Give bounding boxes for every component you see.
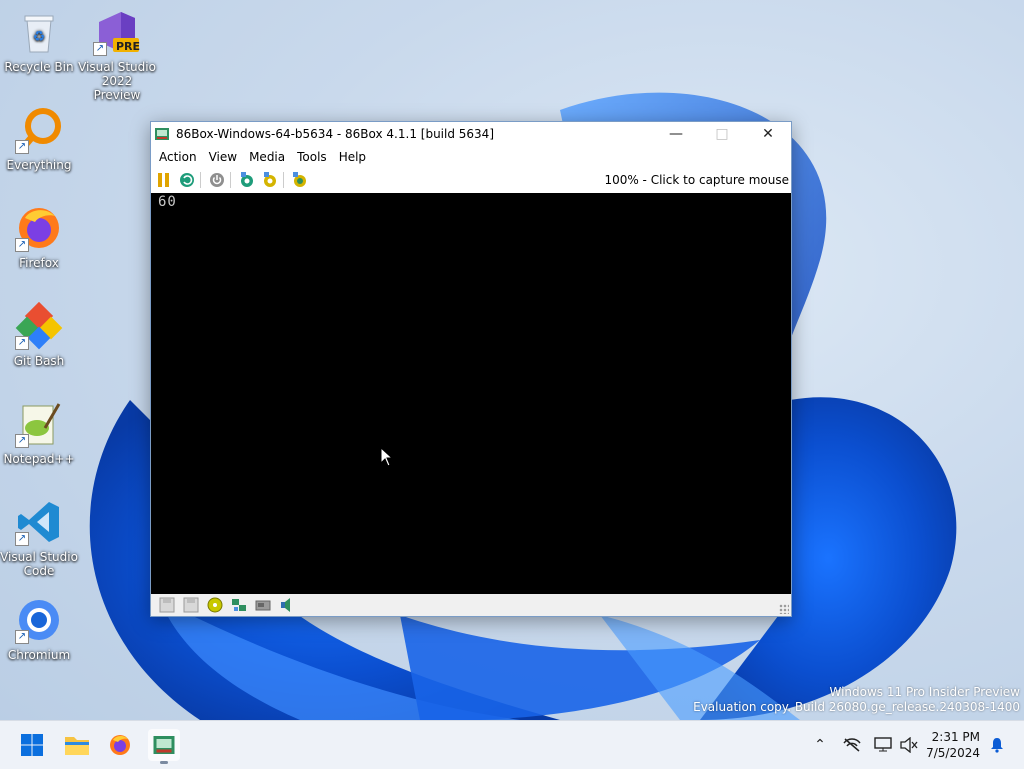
notification-bell-icon[interactable] xyxy=(987,735,1007,755)
firefox-icon xyxy=(110,735,130,755)
watermark-line-2: Evaluation copy. Build 26080.ge_release.… xyxy=(693,700,1020,714)
clock-date: 7/5/2024 xyxy=(926,746,980,760)
resize-grip[interactable] xyxy=(779,604,789,614)
vscode-icon: ↗ xyxy=(15,498,63,546)
power-icon[interactable] xyxy=(207,170,227,190)
desktop-icon-label: Everything xyxy=(6,158,72,172)
taskbar: ⌃ 2:31 PM 7/5/2024 xyxy=(0,720,1024,769)
shortcut-arrow-icon: ↗ xyxy=(15,336,29,350)
clock-time: 2:31 PM xyxy=(931,730,980,744)
maximize-button[interactable]: □ xyxy=(699,122,745,146)
cdrom-icon[interactable] xyxy=(207,597,223,613)
hdd-icon[interactable] xyxy=(255,597,271,613)
menu-help[interactable]: Help xyxy=(333,150,372,164)
system-clock[interactable]: 2:31 PM 7/5/2024 xyxy=(926,729,980,761)
86box-app-icon xyxy=(155,128,169,140)
shortcut-arrow-icon: ↗ xyxy=(93,42,107,56)
screen-text: 60 xyxy=(158,194,177,210)
close-button[interactable]: ✕ xyxy=(745,122,791,146)
desktop-icon-firefox[interactable]: ↗ Firefox xyxy=(0,204,78,270)
menu-tools[interactable]: Tools xyxy=(291,150,333,164)
shortcut-arrow-icon: ↗ xyxy=(15,140,29,154)
file-explorer-icon xyxy=(65,737,89,755)
svg-text:♻: ♻ xyxy=(33,29,46,45)
desktop-icon-label: Firefox xyxy=(19,256,59,270)
toolbar-separator xyxy=(230,172,231,188)
sound-icon[interactable] xyxy=(279,597,295,613)
emulator-screen[interactable]: 60 xyxy=(151,193,791,594)
visual-studio-icon: PRE ↗ xyxy=(93,8,141,56)
firefox-taskbar-button[interactable] xyxy=(104,729,136,761)
desktop-icon-chromium[interactable]: ↗ Chromium xyxy=(0,596,78,662)
notepad-plus-plus-icon: ↗ xyxy=(15,400,63,448)
settings-icon[interactable] xyxy=(237,170,257,190)
86box-icon xyxy=(153,736,175,754)
emulator-window[interactable]: 86Box-Windows-64-b5634 - 86Box 4.1.1 [bu… xyxy=(150,121,792,617)
desktop-icon-notepad-plus-plus[interactable]: ↗ Notepad++ xyxy=(0,400,78,466)
menu-view[interactable]: View xyxy=(203,150,243,164)
pre-badge: PRE xyxy=(116,40,141,53)
desktop-icon-label: Notepad++ xyxy=(3,452,75,466)
mouse-pointer-icon xyxy=(380,447,394,467)
desktop-icon-recycle-bin[interactable]: ♻ Recycle Bin xyxy=(0,8,78,74)
desktop-icon-label: Git Bash xyxy=(13,354,65,368)
floppy-a-icon[interactable] xyxy=(159,597,175,613)
toolbar-separator xyxy=(200,172,201,188)
reset-icon[interactable] xyxy=(177,170,197,190)
desktop-icon-git-bash[interactable]: ↗ Git Bash xyxy=(0,301,78,368)
chromium-icon: ↗ xyxy=(15,596,63,644)
menu-action[interactable]: Action xyxy=(153,150,203,164)
display-icon[interactable] xyxy=(873,735,893,755)
start-button[interactable] xyxy=(16,729,48,761)
menu-media[interactable]: Media xyxy=(243,150,291,164)
show-hidden-icons-chevron-icon[interactable]: ⌃ xyxy=(810,735,830,755)
status-bar xyxy=(151,594,791,616)
firefox-icon: ↗ xyxy=(15,204,63,252)
capture-mouse-status: 100% - Click to capture mouse xyxy=(604,173,789,187)
floppy-b-icon[interactable] xyxy=(183,597,199,613)
git-bash-icon: ↗ xyxy=(15,301,63,350)
screenshot-icon[interactable] xyxy=(290,170,310,190)
shortcut-arrow-icon: ↗ xyxy=(15,434,29,448)
86box-taskbar-button[interactable] xyxy=(148,729,180,764)
shortcut-arrow-icon: ↗ xyxy=(15,238,29,252)
start-icon xyxy=(21,734,43,756)
watermark-line-1: Windows 11 Pro Insider Preview xyxy=(829,685,1020,699)
shortcut-arrow-icon: ↗ xyxy=(15,532,29,546)
recycle-bin-icon: ♻ xyxy=(15,8,63,56)
menu-bar: Action View Media Tools Help xyxy=(151,146,791,168)
desktop-icon-visual-studio-2022-preview[interactable]: PRE ↗ Visual Studio 2022 Preview xyxy=(78,8,156,102)
everything-icon: ↗ xyxy=(15,106,63,154)
network-status-icon[interactable] xyxy=(842,735,862,755)
desktop-icon-label: Visual Studio Code xyxy=(0,550,78,578)
desktop-icon-everything[interactable]: ↗ Everything xyxy=(0,106,78,172)
volume-muted-icon[interactable] xyxy=(899,735,919,755)
desktop-icon-label: Visual Studio 2022 Preview xyxy=(78,60,156,102)
hard-reset-icon[interactable] xyxy=(260,170,280,190)
desktop-icon-label: Chromium xyxy=(7,648,71,662)
toolbar: 100% - Click to capture mouse xyxy=(151,168,791,192)
toolbar-separator xyxy=(283,172,284,188)
network-icon[interactable] xyxy=(231,597,247,613)
minimize-button[interactable]: — xyxy=(653,122,699,146)
shortcut-arrow-icon: ↗ xyxy=(15,630,29,644)
desktop-icon-label: Recycle Bin xyxy=(4,60,74,74)
window-title: 86Box-Windows-64-b5634 - 86Box 4.1.1 [bu… xyxy=(176,127,494,141)
evaluation-watermark: Windows 11 Pro Insider Preview Evaluatio… xyxy=(693,685,1020,715)
pause-icon[interactable] xyxy=(154,170,174,190)
title-bar[interactable]: 86Box-Windows-64-b5634 - 86Box 4.1.1 [bu… xyxy=(151,122,791,146)
file-explorer-button[interactable] xyxy=(61,729,93,761)
desktop-icon-visual-studio-code[interactable]: ↗ Visual Studio Code xyxy=(0,498,78,578)
